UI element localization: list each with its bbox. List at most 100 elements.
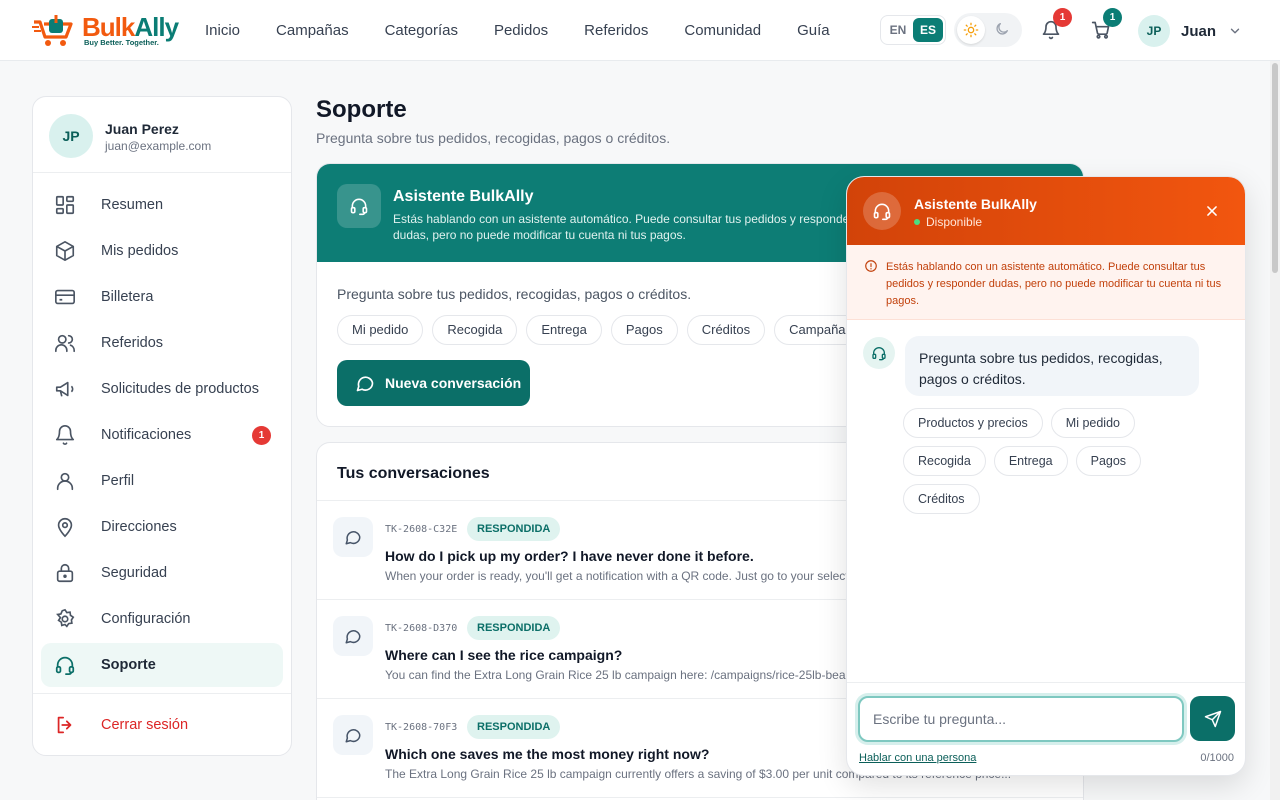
account-sidebar: JP Juan Perez juan@example.com Resumen M…: [32, 96, 292, 756]
nav-comunidad[interactable]: Comunidad: [684, 22, 761, 39]
brand-logo[interactable]: BulkAlly Buy Better. Together.: [32, 11, 182, 49]
chip-recogida[interactable]: Recogida: [432, 315, 518, 345]
conversation-preview: You can find the Extra Long Grain Rice 2…: [385, 668, 879, 682]
sidebar-item-label: Referidos: [101, 335, 164, 351]
bot-message: Pregunta sobre tus pedidos, recogidas, p…: [905, 336, 1199, 396]
lang-es-button[interactable]: ES: [913, 18, 943, 42]
page-scrollbar[interactable]: [1270, 61, 1280, 800]
quick-reply-mi-pedido[interactable]: Mi pedido: [1050, 408, 1135, 438]
scrollbar-thumb[interactable]: [1272, 63, 1278, 273]
profile-name: Juan Perez: [105, 121, 179, 137]
notifications-count-badge: 1: [252, 426, 271, 445]
chat-input[interactable]: [858, 696, 1184, 742]
headset-icon: [53, 653, 77, 677]
conversation-subject: Where can I see the rice campaign?: [385, 647, 623, 663]
sidebar-item-label: Mis pedidos: [101, 243, 179, 259]
info-icon: [865, 260, 877, 272]
chat-bubble-icon: [333, 616, 373, 656]
nav-pedidos[interactable]: Pedidos: [494, 22, 548, 39]
user-name: Juan: [1181, 22, 1217, 40]
lock-icon: [53, 561, 77, 585]
chevron-down-icon: [1230, 28, 1240, 34]
quick-reply-creditos[interactable]: Créditos: [903, 484, 980, 514]
sidebar-item-mis-pedidos[interactable]: Mis pedidos: [41, 229, 283, 273]
chat-warning: Estás hablando con un asistente automáti…: [847, 245, 1245, 320]
chip-pagos[interactable]: Pagos: [610, 315, 678, 345]
chat-title: Asistente BulkAlly: [914, 196, 1037, 212]
assistant-card-question: Pregunta sobre tus pedidos, recogidas, p…: [337, 286, 692, 302]
chat-status: Disponible: [914, 215, 982, 229]
ticket-code: TK-2608-C32E: [385, 524, 458, 535]
sidebar-item-label: Notificaciones: [101, 427, 192, 443]
new-conversation-button[interactable]: Nueva conversación: [337, 360, 530, 406]
main-nav: Inicio Campañas Categorías Pedidos Refer…: [205, 22, 866, 39]
chip-creditos[interactable]: Créditos: [686, 315, 766, 345]
map-pin-icon: [53, 515, 77, 539]
close-icon[interactable]: [1205, 204, 1219, 218]
chat-bubble-icon: [333, 517, 373, 557]
sidebar-item-soporte[interactable]: Soporte: [41, 643, 283, 687]
sidebar-item-billetera[interactable]: Billetera: [41, 275, 283, 319]
sidebar-item-referidos[interactable]: Referidos: [41, 321, 283, 365]
avatar: JP: [49, 114, 93, 158]
chat-warning-text: Estás hablando con un asistente automáti…: [886, 261, 1222, 307]
status-badge: RESPONDIDA: [467, 616, 561, 640]
page-subtitle: Pregunta sobre tus pedidos, recogidas, p…: [316, 130, 671, 146]
language-switcher: EN ES: [880, 15, 946, 45]
lang-en-button[interactable]: EN: [883, 18, 913, 42]
sidebar-item-configuracion[interactable]: Configuración: [41, 597, 283, 641]
moon-icon: [996, 23, 1008, 35]
send-icon: [1204, 710, 1221, 727]
top-header: BulkAlly Buy Better. Together. Inicio Ca…: [0, 0, 1280, 61]
sidebar-item-notificaciones[interactable]: Notificaciones 1: [41, 413, 283, 457]
sidebar-item-label: Direcciones: [101, 519, 177, 535]
brand-tagline: Buy Better. Together.: [84, 38, 159, 47]
sidebar-item-label: Solicitudes de productos: [101, 381, 259, 397]
char-counter: 0/1000: [1200, 752, 1234, 764]
nav-categorias[interactable]: Categorías: [385, 22, 458, 39]
nav-guia[interactable]: Guía: [797, 22, 830, 39]
assistant-card-title: Asistente BulkAlly: [393, 188, 534, 205]
nav-referidos[interactable]: Referidos: [584, 22, 648, 39]
quick-replies: Productos y precios Mi pedido Recogida E…: [903, 408, 1223, 514]
quick-reply-productos[interactable]: Productos y precios: [903, 408, 1043, 438]
bot-avatar-headset-icon: [863, 337, 895, 369]
chip-mi-pedido[interactable]: Mi pedido: [337, 315, 424, 345]
conversation-subject: Which one saves me the most money right …: [385, 746, 710, 762]
sidebar-item-seguridad[interactable]: Seguridad: [41, 551, 283, 595]
assistant-card-description: Estás hablando con un asistente automáti…: [393, 212, 854, 242]
status-badge: RESPONDIDA: [467, 517, 561, 541]
sidebar-item-resumen[interactable]: Resumen: [41, 183, 283, 227]
topic-chips: Mi pedido Recogida Entrega Pagos Crédito…: [337, 315, 868, 345]
sidebar-item-perfil[interactable]: Perfil: [41, 459, 283, 503]
sidebar-profile: JP Juan Perez juan@example.com: [33, 97, 291, 173]
sun-icon: [957, 16, 985, 44]
logout-button[interactable]: Cerrar sesión: [41, 703, 283, 747]
talk-to-human-link[interactable]: Hablar con una persona: [859, 752, 976, 764]
nav-campanas[interactable]: Campañas: [276, 22, 349, 39]
user-menu[interactable]: JP Juan: [1138, 15, 1242, 47]
conversation-subject: How do I pick up my order? I have never …: [385, 548, 754, 564]
quick-reply-pagos[interactable]: Pagos: [1075, 446, 1142, 476]
megaphone-icon: [53, 377, 77, 401]
chip-entrega[interactable]: Entrega: [526, 315, 602, 345]
nav-inicio[interactable]: Inicio: [205, 22, 240, 39]
chat-widget: Asistente BulkAlly Disponible Estás habl…: [846, 176, 1246, 776]
sidebar-item-label: Soporte: [101, 657, 156, 673]
sidebar-item-label: Perfil: [101, 473, 135, 489]
quick-reply-recogida[interactable]: Recogida: [903, 446, 986, 476]
page-title: Soporte: [316, 96, 407, 123]
wallet-icon: [53, 285, 77, 309]
profile-email: juan@example.com: [105, 139, 212, 153]
theme-toggle[interactable]: [954, 13, 1022, 47]
ticket-code: TK-2608-70F3: [385, 722, 458, 733]
sidebar-item-solicitudes[interactable]: Solicitudes de productos: [41, 367, 283, 411]
send-button[interactable]: [1190, 696, 1235, 741]
users-icon: [53, 331, 77, 355]
sidebar-divider: [33, 693, 291, 694]
sidebar-item-direcciones[interactable]: Direcciones: [41, 505, 283, 549]
bell-icon: [53, 423, 77, 447]
notifications-badge: 1: [1053, 8, 1072, 27]
sidebar-item-label: Seguridad: [101, 565, 168, 581]
quick-reply-entrega[interactable]: Entrega: [993, 446, 1068, 476]
